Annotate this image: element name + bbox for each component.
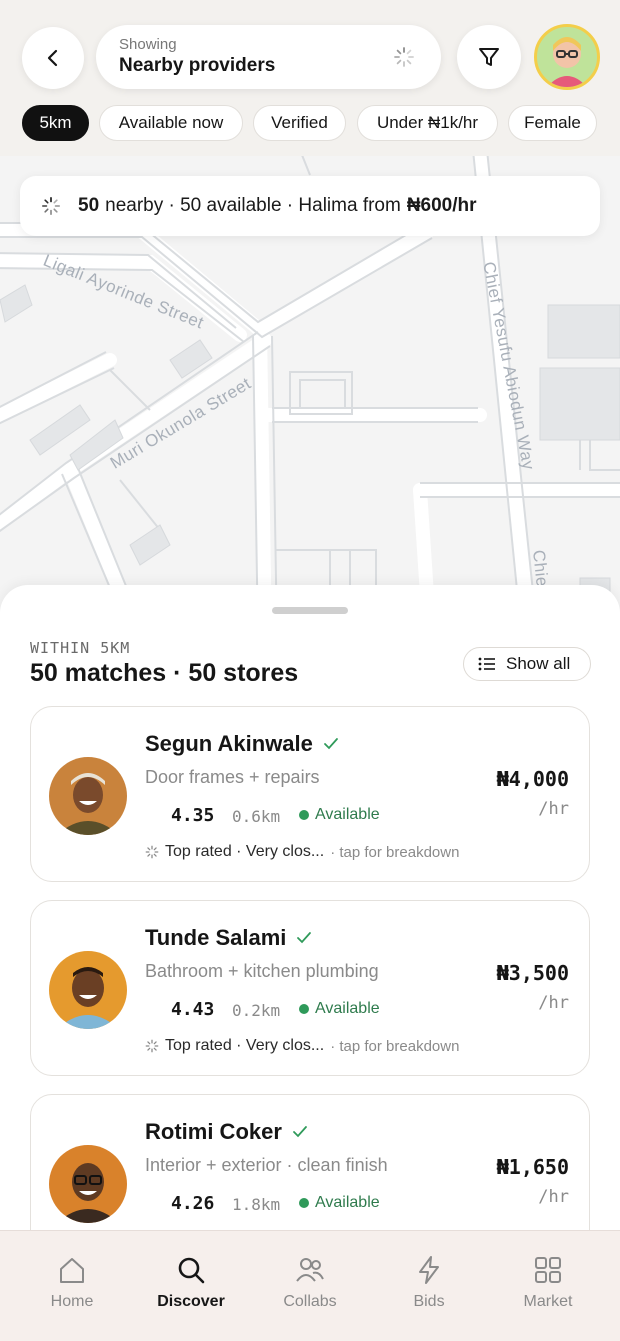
back-button[interactable] bbox=[22, 27, 84, 89]
provider-distance: 0.6km bbox=[232, 807, 281, 826]
provider-photo bbox=[49, 1145, 127, 1223]
breakdown-hint: · tap for breakdown bbox=[330, 843, 460, 861]
street-label: Chie bbox=[529, 548, 552, 588]
verified-check-icon bbox=[297, 932, 312, 944]
provider-tags[interactable]: Top rated · Very clos... · tap for break… bbox=[145, 843, 459, 861]
matches-heading: 50 matches · 50 stores bbox=[30, 659, 299, 687]
nav-label: Market bbox=[523, 1293, 573, 1310]
nav-discover[interactable]: Discover bbox=[129, 1231, 253, 1341]
nav-label: Bids bbox=[413, 1293, 445, 1310]
within-label: WITHIN 5KM bbox=[30, 639, 131, 657]
provider-rating: 4.26 bbox=[171, 1193, 215, 1214]
provider-avatar-icon bbox=[49, 757, 127, 835]
status-dot bbox=[299, 810, 309, 820]
loading-spinner-icon bbox=[42, 197, 60, 215]
bottom-nav: Home Discover Collabs Bids Market bbox=[0, 1230, 620, 1341]
home-icon bbox=[60, 1258, 84, 1283]
provider-avatar-icon bbox=[49, 1145, 127, 1223]
nav-market[interactable]: Market bbox=[486, 1231, 610, 1341]
status-dot bbox=[299, 1198, 309, 1208]
grid-icon bbox=[535, 1257, 561, 1283]
list-icon bbox=[478, 657, 495, 671]
summary-count: 50 bbox=[78, 195, 100, 216]
provider-name: Tunde Salami bbox=[145, 925, 287, 950]
price-unit: /hr bbox=[538, 993, 569, 1013]
nav-label: Discover bbox=[157, 1293, 225, 1310]
provider-name-row: Segun Akinwale bbox=[145, 731, 339, 757]
people-icon bbox=[296, 1258, 324, 1282]
verified-check-icon bbox=[323, 738, 338, 750]
provider-price: ₦4,000 bbox=[496, 767, 569, 791]
search-pill[interactable]: Showing Nearby providers bbox=[96, 25, 441, 89]
chip-available-now[interactable]: Available now bbox=[99, 105, 243, 141]
chevron-left-icon bbox=[47, 49, 58, 67]
status-label: Available bbox=[315, 1000, 380, 1017]
provider-tags[interactable]: Top rated · Very clos... · tap for break… bbox=[145, 1037, 459, 1055]
price-unit: /hr bbox=[538, 799, 569, 819]
summary-price: ₦600/hr bbox=[406, 195, 477, 216]
provider-photo bbox=[49, 951, 127, 1029]
availability-status: Available bbox=[299, 1000, 380, 1018]
filter-button[interactable] bbox=[457, 25, 521, 89]
summary-bar[interactable]: 50 nearby · 50 available · Halima from ₦… bbox=[20, 176, 600, 236]
provider-avatar-icon bbox=[49, 951, 127, 1029]
provider-rating: 4.43 bbox=[171, 999, 215, 1020]
summary-text: nearby · 50 available · Halima from bbox=[105, 195, 401, 216]
chip-female[interactable]: Female bbox=[508, 105, 597, 141]
provider-name: Segun Akinwale bbox=[145, 731, 313, 756]
availability-status: Available bbox=[299, 806, 380, 824]
status-label: Available bbox=[315, 1194, 380, 1211]
results-sheet: WITHIN 5KM 50 matches · 50 stores Show a… bbox=[0, 585, 620, 1341]
sheet-grabber[interactable] bbox=[272, 607, 348, 614]
availability-status: Available bbox=[299, 1194, 380, 1212]
price-unit: /hr bbox=[538, 1187, 569, 1207]
chip-verified[interactable]: Verified bbox=[253, 105, 346, 141]
provider-price: ₦1,650 bbox=[496, 1155, 569, 1179]
status-dot bbox=[299, 1004, 309, 1014]
provider-price: ₦3,500 bbox=[496, 961, 569, 985]
chip-under-1k[interactable]: Under ₦1k/hr bbox=[357, 105, 498, 141]
verified-check-icon bbox=[293, 1126, 307, 1138]
chip-5km[interactable]: 5km bbox=[22, 105, 89, 141]
tags-label: Top rated · Very clos... bbox=[165, 1037, 325, 1054]
show-all-label: Show all bbox=[506, 654, 571, 673]
filter-icon bbox=[479, 48, 499, 66]
breakdown-hint: · tap for breakdown bbox=[330, 1037, 460, 1055]
bolt-icon bbox=[419, 1256, 439, 1284]
nav-label: Collabs bbox=[283, 1293, 337, 1310]
provider-card[interactable]: Tunde Salami Bathroom + kitchen plumbing… bbox=[30, 900, 590, 1076]
provider-distance: 1.8km bbox=[232, 1195, 281, 1214]
loading-spinner-icon bbox=[145, 845, 159, 859]
provider-description: Interior + exterior · clean finish bbox=[145, 1155, 388, 1175]
status-label: Available bbox=[315, 806, 380, 823]
provider-name: Rotimi Coker bbox=[145, 1119, 282, 1144]
profile-avatar[interactable] bbox=[534, 24, 600, 90]
nav-home[interactable]: Home bbox=[10, 1231, 134, 1341]
provider-distance: 0.2km bbox=[232, 1001, 281, 1020]
provider-photo bbox=[49, 757, 127, 835]
nav-label: Home bbox=[50, 1293, 94, 1310]
provider-name-row: Tunde Salami bbox=[145, 925, 312, 951]
loading-spinner-icon bbox=[394, 47, 414, 67]
search-icon bbox=[178, 1257, 205, 1284]
nav-collabs[interactable]: Collabs bbox=[248, 1231, 372, 1341]
provider-description: Door frames + repairs bbox=[145, 767, 320, 787]
provider-rating: 4.35 bbox=[171, 805, 215, 826]
provider-description: Bathroom + kitchen plumbing bbox=[145, 961, 379, 981]
provider-name-row: Rotimi Coker bbox=[145, 1119, 308, 1145]
avatar-illustration-icon bbox=[547, 37, 587, 87]
provider-card[interactable]: Segun Akinwale Door frames + repairs 4.3… bbox=[30, 706, 590, 882]
loading-spinner-icon bbox=[145, 1039, 159, 1053]
show-all-button[interactable]: Show all bbox=[463, 647, 591, 681]
tags-label: Top rated · Very clos... bbox=[165, 843, 325, 860]
nav-bids[interactable]: Bids bbox=[367, 1231, 491, 1341]
